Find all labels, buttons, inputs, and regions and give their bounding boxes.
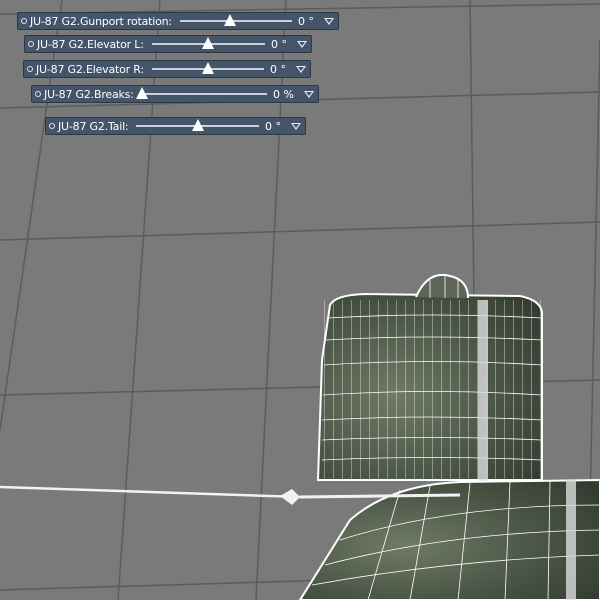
- slider-thumb[interactable]: [224, 14, 237, 26]
- dropdown-icon[interactable]: [291, 122, 301, 130]
- knob-icon: [28, 41, 34, 47]
- slider-value: 0 °: [271, 37, 287, 51]
- slider-value: 0 °: [265, 119, 281, 133]
- dropdown-icon[interactable]: [304, 90, 314, 98]
- knob-icon: [21, 18, 27, 24]
- slider-track[interactable]: [151, 62, 265, 74]
- slider-value: 0 %: [273, 87, 294, 101]
- slider-value: 0 °: [298, 14, 314, 28]
- dropdown-icon[interactable]: [296, 65, 306, 73]
- wireframe-model: [0, 274, 600, 600]
- slider-breaks[interactable]: JU-87 G2.Breaks: 0 %: [31, 85, 319, 103]
- knob-icon: [27, 66, 33, 72]
- slider-label: JU-87 G2.Tail:: [58, 119, 129, 133]
- slider-track[interactable]: [151, 37, 266, 49]
- slider-value: 0 °: [270, 62, 286, 76]
- slider-track[interactable]: [135, 87, 268, 99]
- dropdown-icon[interactable]: [297, 40, 307, 48]
- slider-gunport-rotation[interactable]: JU-87 G2.Gunport rotation: 0 °: [17, 12, 339, 30]
- slider-thumb[interactable]: [191, 119, 204, 131]
- slider-label: JU-87 G2.Elevator L:: [37, 37, 144, 51]
- dropdown-icon[interactable]: [324, 17, 334, 25]
- slider-thumb[interactable]: [201, 62, 214, 74]
- slider-label: JU-87 G2.Elevator R:: [36, 62, 144, 76]
- slider-elevator-r[interactable]: JU-87 G2.Elevator R: 0 °: [23, 60, 311, 78]
- slider-thumb[interactable]: [135, 87, 148, 99]
- knob-icon: [35, 91, 41, 97]
- slider-elevator-l[interactable]: JU-87 G2.Elevator L: 0 °: [24, 35, 312, 53]
- slider-tail[interactable]: JU-87 G2.Tail: 0 °: [45, 117, 306, 135]
- knob-icon: [49, 123, 55, 129]
- slider-label: JU-87 G2.Gunport rotation:: [30, 14, 172, 28]
- slider-thumb[interactable]: [202, 37, 215, 49]
- slider-track[interactable]: [136, 119, 259, 131]
- slider-label: JU-87 G2.Breaks:: [44, 87, 134, 101]
- slider-track[interactable]: [179, 14, 293, 26]
